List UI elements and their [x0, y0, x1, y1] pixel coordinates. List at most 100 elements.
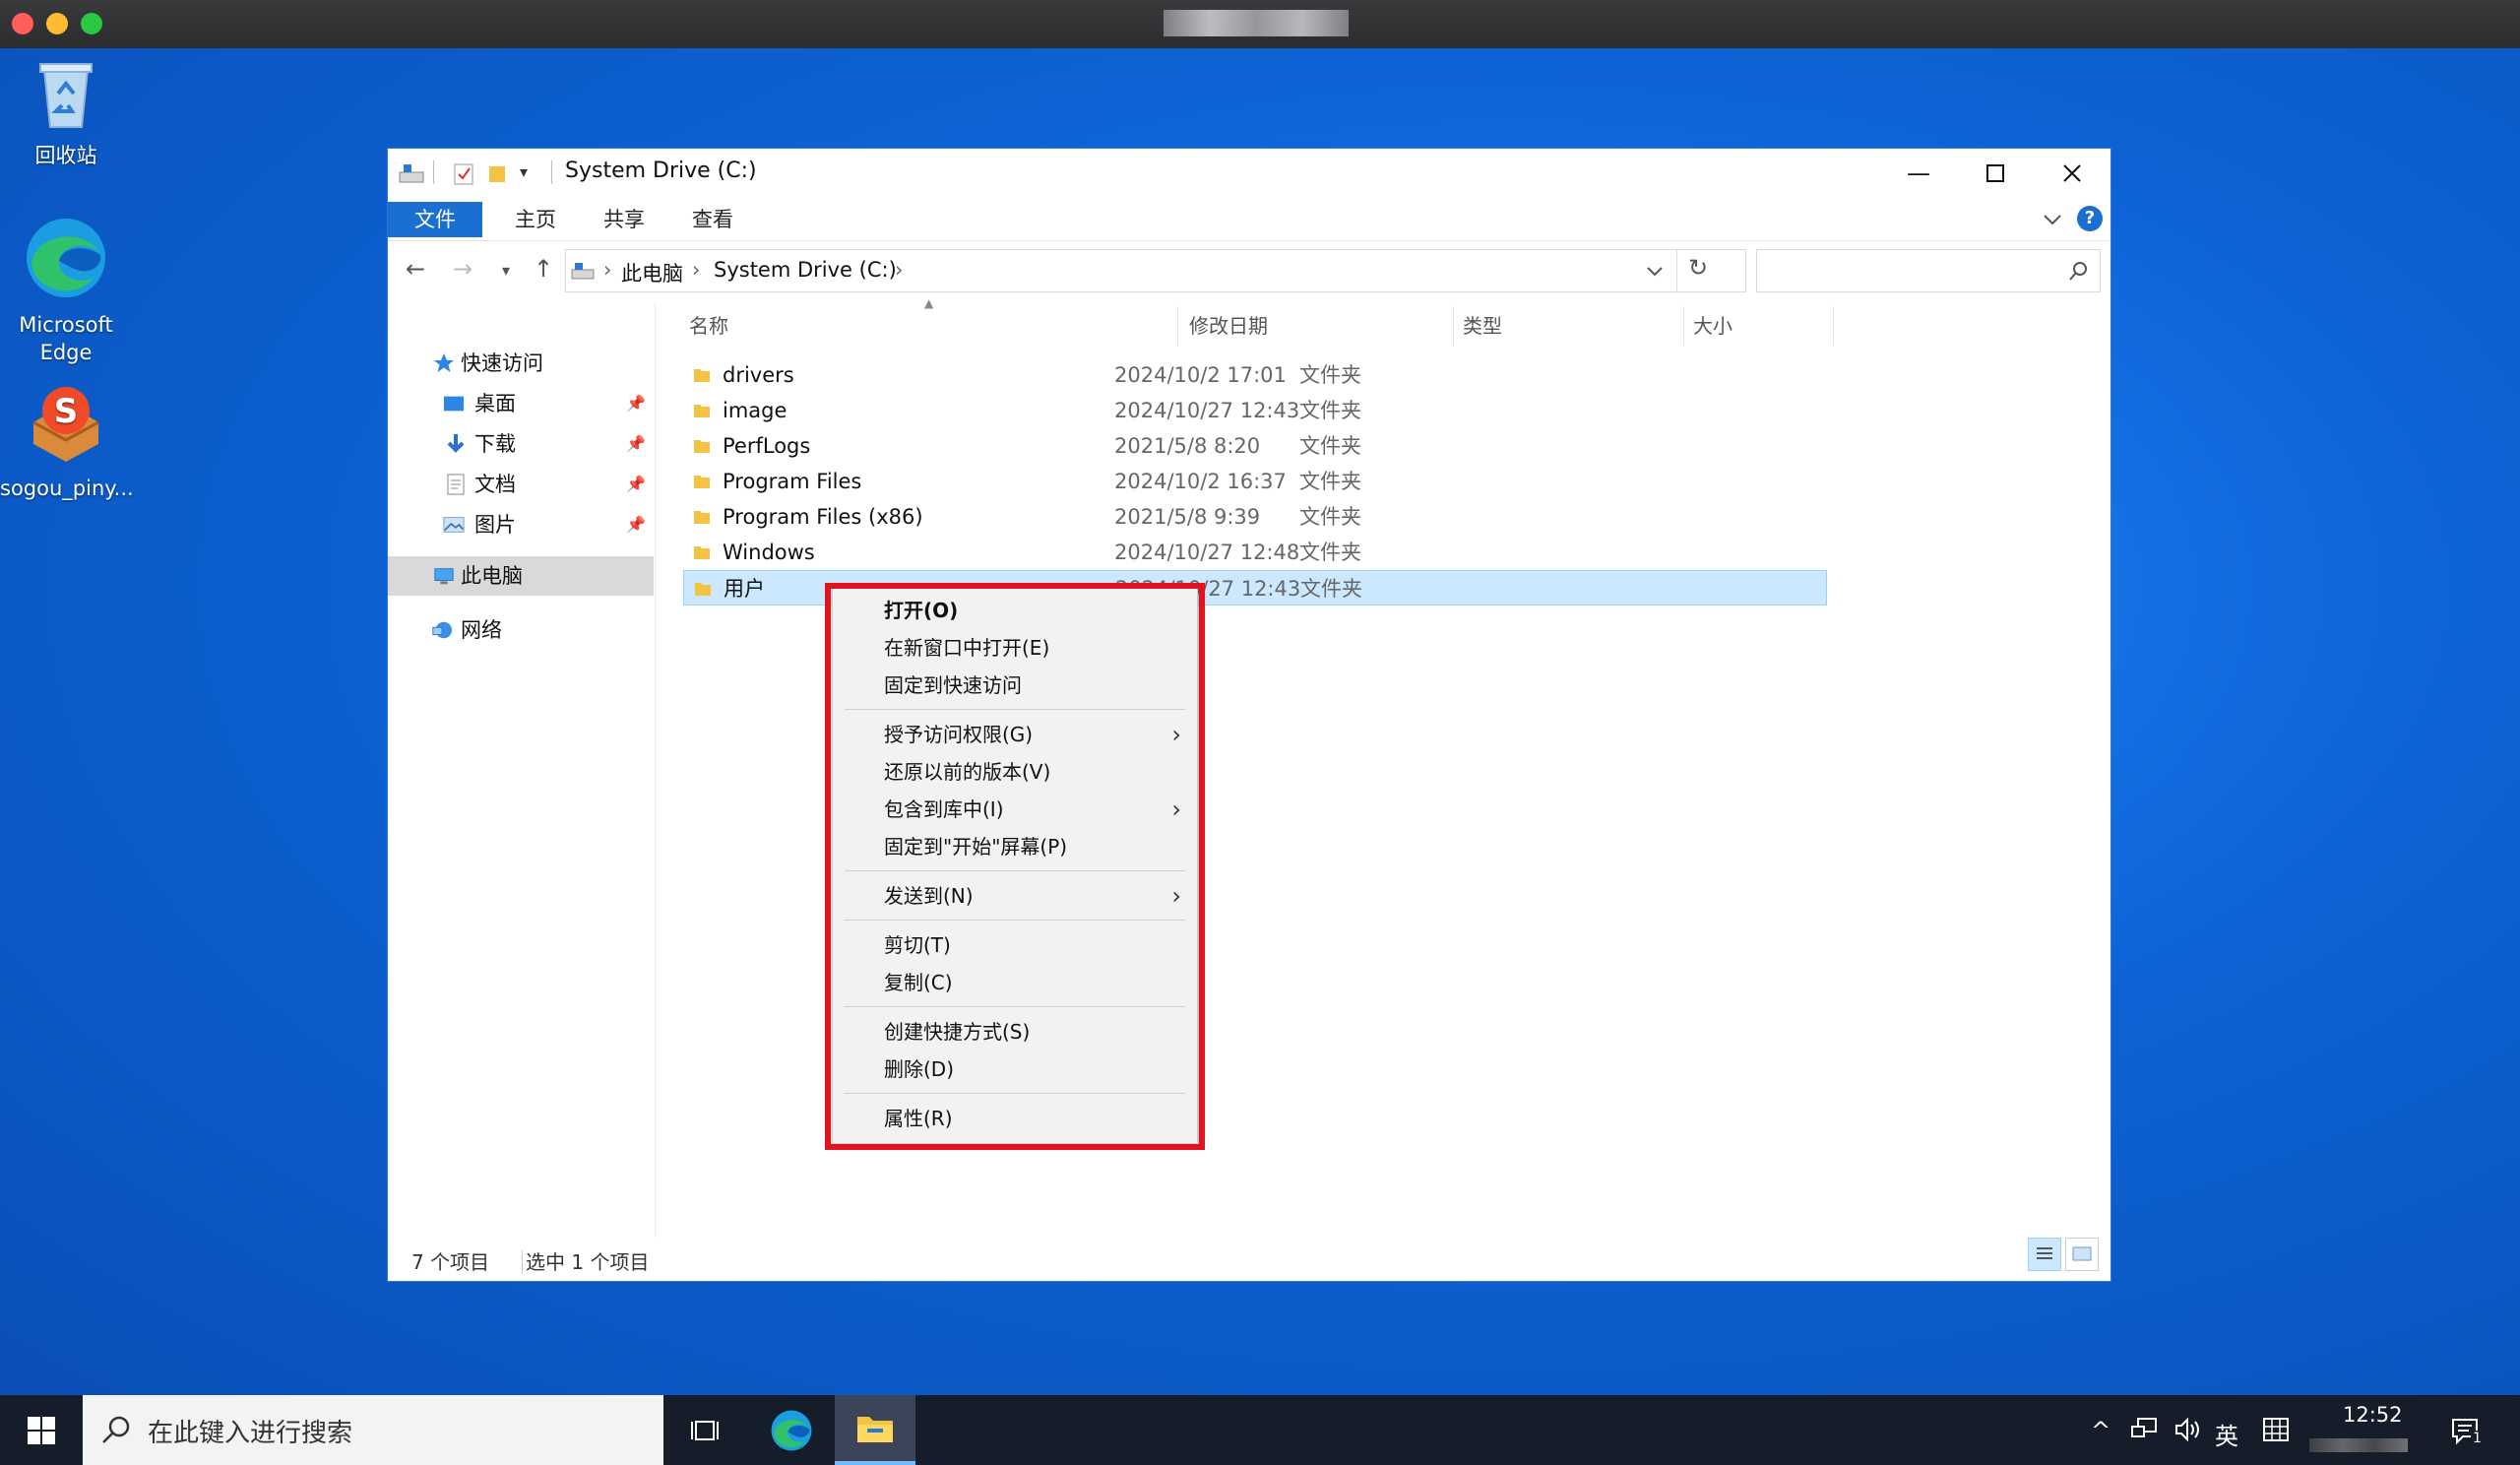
properties-icon[interactable]	[453, 160, 474, 186]
column-separator[interactable]	[1453, 306, 1454, 346]
column-header-type[interactable]: 类型	[1463, 306, 1502, 346]
menu-item-open-new-window[interactable]: 在新窗口中打开(E)	[833, 630, 1197, 666]
menu-item-open[interactable]: 打开(O)	[833, 593, 1197, 628]
zoom-window-dot[interactable]	[81, 13, 102, 34]
maximize-button[interactable]	[1957, 149, 2034, 198]
file-row[interactable]: Program Files 2024/10/2 16:37 文件夹	[683, 464, 1827, 499]
menu-item-copy[interactable]: 复制(C)	[833, 965, 1197, 1000]
search-icon	[2069, 262, 2087, 281]
notification-center-button[interactable]: 1	[2451, 1417, 2485, 1452]
computer-icon	[434, 568, 454, 585]
taskbar-search-box[interactable]: 在此键入进行搜索	[83, 1395, 663, 1465]
file-date: 2021/5/8 8:20	[1114, 434, 1261, 458]
menu-item-give-access[interactable]: 授予访问权限(G) ›	[833, 717, 1197, 752]
pin-icon[interactable]: 📌	[626, 424, 646, 464]
menu-item-delete[interactable]: 删除(D)	[833, 1051, 1197, 1087]
file-date: 2024/10/2 17:01	[1114, 363, 1287, 387]
pin-icon[interactable]: 📌	[626, 465, 646, 504]
file-type: 文件夹	[1299, 541, 1361, 564]
refresh-icon[interactable]: ↻	[1688, 254, 1708, 282]
menu-item-cut[interactable]: 剪切(T)	[833, 927, 1197, 963]
status-separator	[522, 1250, 523, 1274]
column-separator[interactable]	[1833, 306, 1834, 346]
volume-icon[interactable]	[2174, 1417, 2203, 1448]
menu-item-restore-versions[interactable]: 还原以前的版本(V)	[833, 754, 1197, 790]
details-view-button[interactable]	[2028, 1238, 2061, 1271]
nav-item-desktop[interactable]: 桌面 📌	[388, 384, 654, 423]
file-type: 文件夹	[1299, 470, 1361, 493]
drive-icon	[571, 263, 595, 280]
recent-locations-icon[interactable]: ▾	[502, 261, 510, 280]
desktop-icon-recycle-bin[interactable]: 回收站	[0, 56, 132, 169]
menu-item-label: 包含到库中(I)	[884, 797, 1004, 821]
large-icons-view-button[interactable]	[2065, 1238, 2099, 1271]
column-separator[interactable]	[1177, 306, 1178, 346]
file-type: 文件夹	[1299, 434, 1361, 458]
file-row[interactable]: drivers 2024/10/2 17:01 文件夹	[683, 357, 1827, 393]
menu-item-label: 授予访问权限(G)	[884, 723, 1034, 746]
nav-quick-access[interactable]: 快速访问	[388, 344, 654, 383]
maximize-icon	[1986, 164, 2004, 182]
folder-icon	[694, 440, 710, 453]
menu-separator	[845, 1006, 1185, 1007]
menu-separator	[845, 920, 1185, 921]
chevron-down-icon[interactable]	[1645, 264, 1665, 280]
sogou-icon: S	[32, 387, 99, 462]
show-hidden-icons-chevron-up-icon[interactable]: ^	[2091, 1417, 2110, 1444]
desktop-icon-sogou[interactable]: S sogou_piny...	[0, 383, 134, 502]
file-row[interactable]: Program Files (x86) 2021/5/8 9:39 文件夹	[683, 499, 1827, 535]
blurred-title	[1164, 10, 1349, 36]
nav-item-this-pc[interactable]: 此电脑	[388, 556, 654, 596]
menu-item-include-library[interactable]: 包含到库中(I) ›	[833, 792, 1197, 827]
desktop-icon-edge[interactable]: Microsoft Edge	[0, 216, 132, 366]
nav-item-documents[interactable]: 文档 📌	[388, 465, 654, 504]
expand-ribbon-icon[interactable]	[2042, 210, 2063, 229]
tab-share[interactable]: 共享	[585, 202, 663, 237]
taskbar-explorer-button[interactable]	[835, 1395, 915, 1465]
pin-icon[interactable]: 📌	[626, 384, 646, 423]
taskbar-edge-button[interactable]	[760, 1395, 823, 1465]
close-button[interactable]	[2034, 149, 2110, 198]
tab-home[interactable]: 主页	[496, 202, 575, 237]
file-row[interactable]: PerfLogs 2021/5/8 8:20 文件夹	[683, 428, 1827, 464]
tab-file[interactable]: 文件	[388, 202, 482, 237]
back-arrow-icon[interactable]: ←	[406, 255, 425, 283]
breadcrumb-c-drive[interactable]: System Drive (C:)	[714, 258, 897, 282]
search-input[interactable]	[1756, 249, 2101, 292]
close-window-dot[interactable]	[12, 13, 33, 34]
nav-item-pictures[interactable]: 图片 📌	[388, 505, 654, 544]
task-view-icon	[691, 1420, 719, 1440]
column-header-size[interactable]: 大小	[1693, 306, 1732, 346]
address-bar[interactable]: › 此电脑 › System Drive (C:) › ↻	[565, 249, 1746, 292]
ime-mode-icon[interactable]	[2262, 1417, 2290, 1448]
help-icon[interactable]: ?	[2077, 206, 2103, 231]
qat-dropdown-icon[interactable]: ▾	[520, 162, 528, 188]
breadcrumb-this-pc[interactable]: 此电脑	[621, 258, 683, 287]
column-header-name[interactable]: 名称	[689, 306, 728, 346]
network-icon[interactable]	[2130, 1417, 2160, 1448]
forward-arrow-icon[interactable]: →	[453, 255, 472, 283]
up-arrow-icon[interactable]: ↑	[534, 255, 553, 283]
menu-item-create-shortcut[interactable]: 创建快捷方式(S)	[833, 1014, 1197, 1050]
tab-view[interactable]: 查看	[673, 202, 752, 237]
column-separator[interactable]	[1683, 306, 1684, 346]
new-folder-icon[interactable]	[486, 160, 508, 186]
start-button[interactable]	[0, 1395, 83, 1465]
task-view-button[interactable]	[679, 1395, 730, 1465]
minimize-window-dot[interactable]	[46, 13, 68, 34]
nav-item-network[interactable]: 网络	[388, 610, 654, 650]
menu-item-send-to[interactable]: 发送到(N) ›	[833, 878, 1197, 914]
menu-item-pin-quick-access[interactable]: 固定到快速访问	[833, 668, 1197, 703]
ime-language-indicator[interactable]: 英	[2215, 1417, 2238, 1451]
file-row[interactable]: Windows 2024/10/27 12:48 文件夹	[683, 535, 1827, 570]
menu-item-properties[interactable]: 属性(R)	[833, 1101, 1197, 1136]
minimize-button[interactable]: —	[1880, 149, 1957, 198]
item-count: 7 个项目	[411, 1250, 490, 1274]
pictures-icon	[443, 517, 465, 533]
menu-item-pin-start[interactable]: 固定到"开始"屏幕(P)	[833, 829, 1197, 864]
nav-item-downloads[interactable]: 下载 📌	[388, 424, 654, 464]
pin-icon[interactable]: 📌	[626, 505, 646, 544]
clock[interactable]: 12:52	[2343, 1403, 2403, 1427]
column-header-date[interactable]: 修改日期	[1189, 306, 1268, 346]
file-row[interactable]: image 2024/10/27 12:43 文件夹	[683, 393, 1827, 428]
